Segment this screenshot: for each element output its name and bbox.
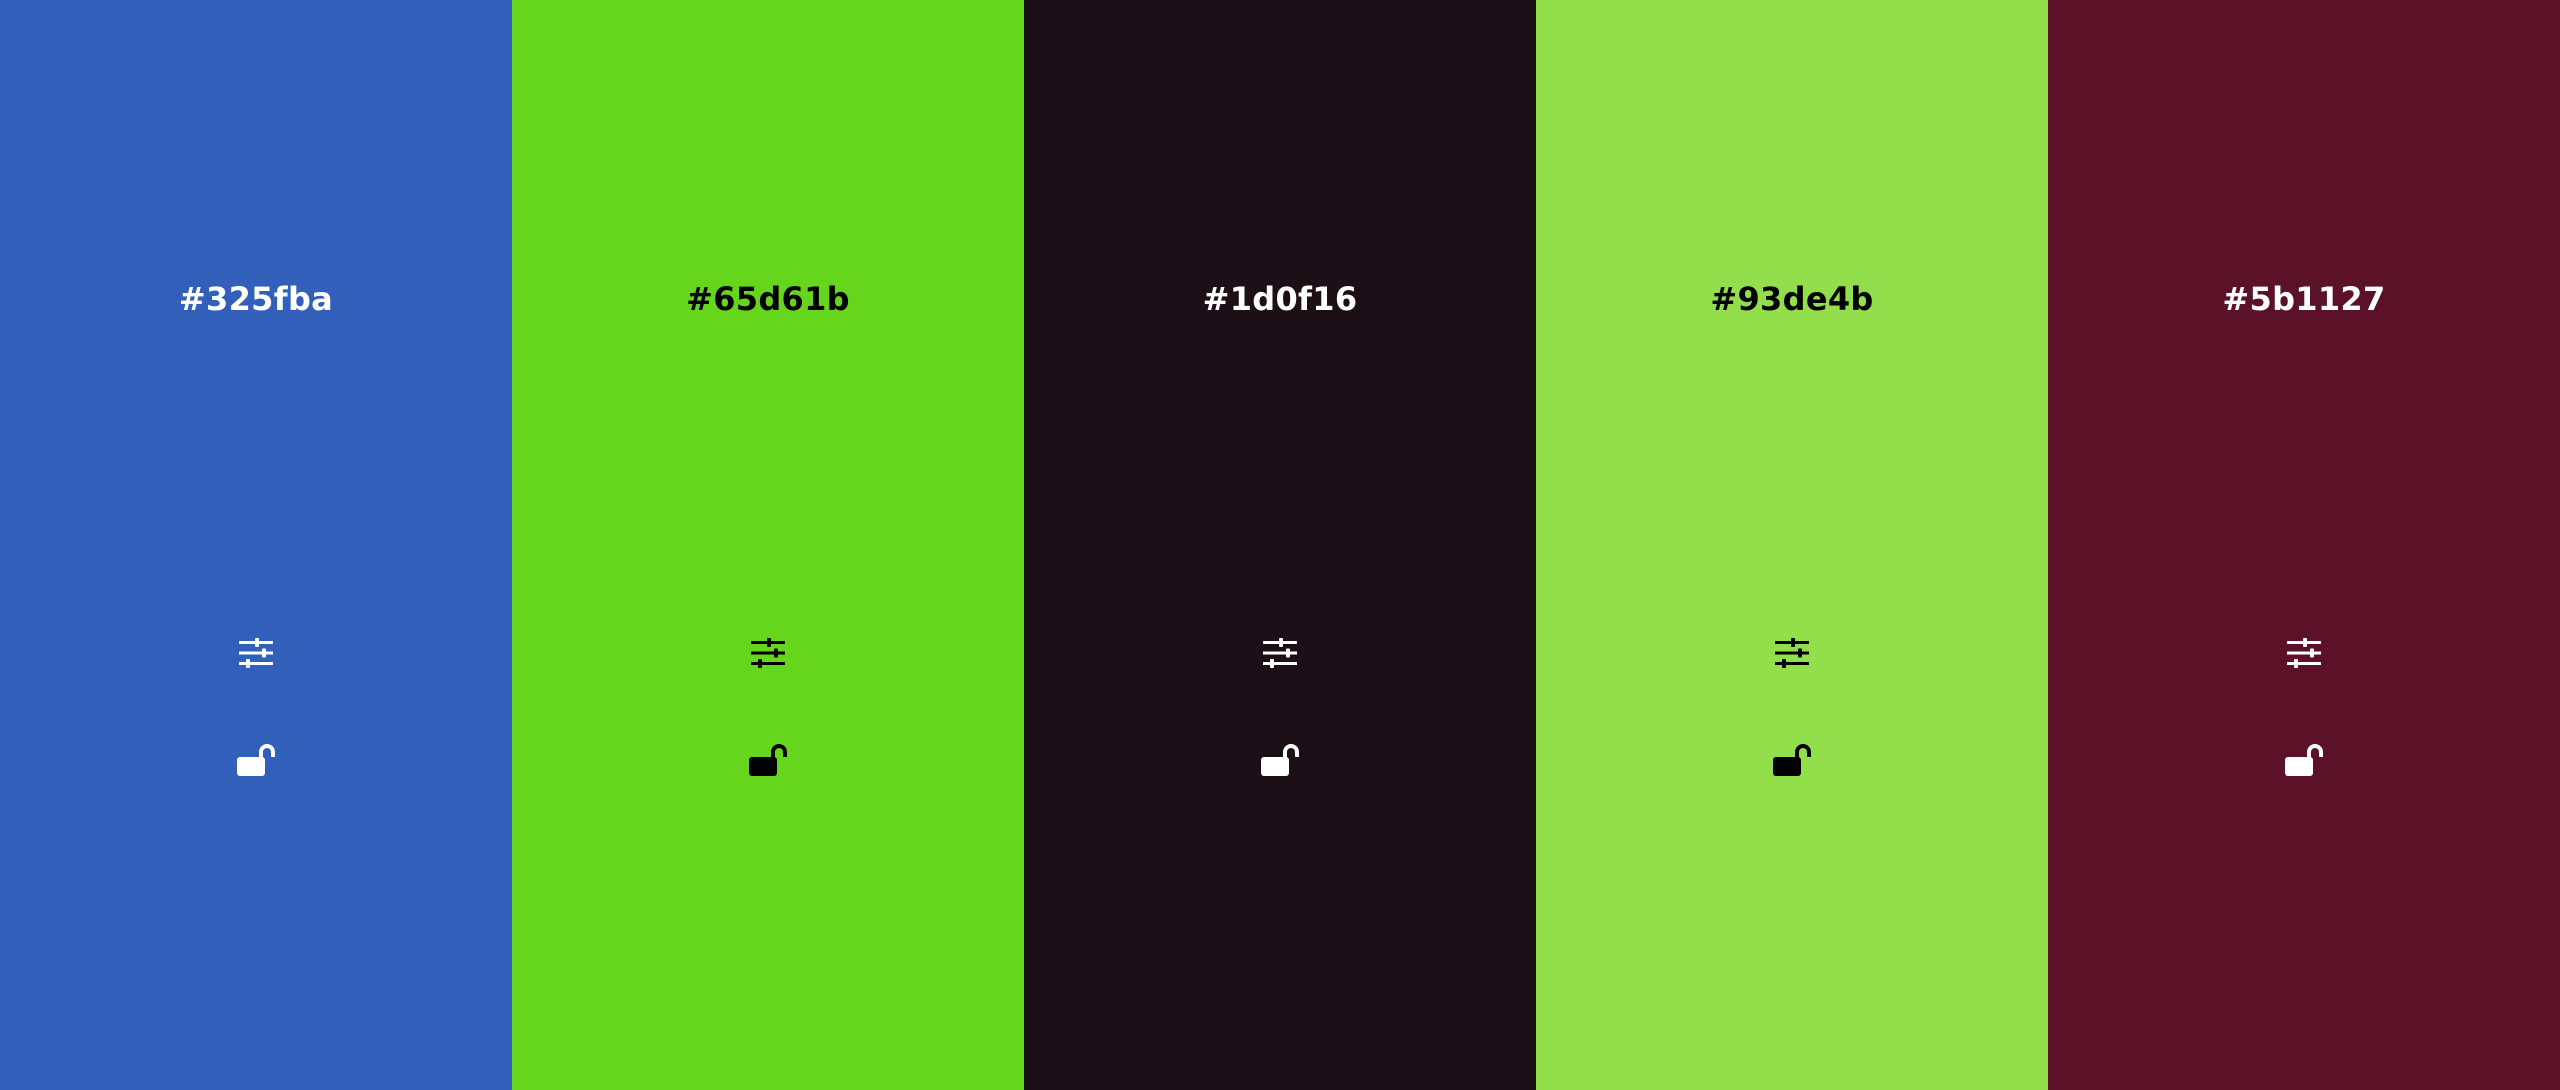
hex-code-label[interactable]: #1d0f16 bbox=[1024, 277, 1536, 321]
lock-toggle-button[interactable] bbox=[2282, 738, 2326, 782]
hex-code-label[interactable]: #325fba bbox=[0, 277, 512, 321]
unlocked-lock-icon bbox=[2285, 744, 2323, 776]
adjust-color-button[interactable] bbox=[1258, 631, 1302, 675]
sliders-icon bbox=[751, 638, 785, 668]
color-swatch-1[interactable]: #325fba bbox=[0, 0, 512, 1090]
adjust-color-button[interactable] bbox=[746, 631, 790, 675]
sliders-icon bbox=[239, 638, 273, 668]
sliders-icon bbox=[1775, 638, 1809, 668]
sliders-icon bbox=[2287, 638, 2321, 668]
lock-toggle-button[interactable] bbox=[234, 738, 278, 782]
unlocked-lock-icon bbox=[749, 744, 787, 776]
color-swatch-3[interactable]: #1d0f16 bbox=[1024, 0, 1536, 1090]
lock-toggle-button[interactable] bbox=[1770, 738, 1814, 782]
adjust-color-button[interactable] bbox=[2282, 631, 2326, 675]
hex-code-label[interactable]: #93de4b bbox=[1536, 277, 2048, 321]
unlocked-lock-icon bbox=[1773, 744, 1811, 776]
hex-code-label[interactable]: #65d61b bbox=[512, 277, 1024, 321]
color-swatch-2[interactable]: #65d61b bbox=[512, 0, 1024, 1090]
color-swatch-4[interactable]: #93de4b bbox=[1536, 0, 2048, 1090]
color-swatch-5[interactable]: #5b1127 bbox=[2048, 0, 2560, 1090]
unlocked-lock-icon bbox=[1261, 744, 1299, 776]
sliders-icon bbox=[1263, 638, 1297, 668]
lock-toggle-button[interactable] bbox=[1258, 738, 1302, 782]
color-palette: #325fba #65d61b #1d0f16 #93de4b #5b1127 bbox=[0, 0, 2560, 1090]
lock-toggle-button[interactable] bbox=[746, 738, 790, 782]
hex-code-label[interactable]: #5b1127 bbox=[2048, 277, 2560, 321]
adjust-color-button[interactable] bbox=[234, 631, 278, 675]
adjust-color-button[interactable] bbox=[1770, 631, 1814, 675]
unlocked-lock-icon bbox=[237, 744, 275, 776]
